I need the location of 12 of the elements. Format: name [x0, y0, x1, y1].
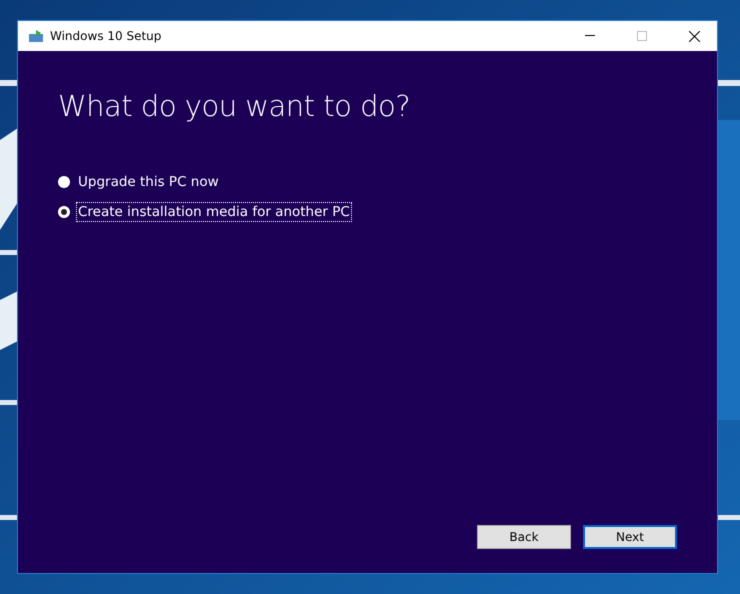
heading: What do you want to do?: [58, 89, 412, 123]
option-label[interactable]: Upgrade this PC now: [77, 173, 220, 191]
back-button[interactable]: Back: [477, 525, 571, 549]
next-button[interactable]: Next: [583, 525, 677, 549]
radio-button[interactable]: [58, 206, 70, 218]
window-title: Windows 10 Setup: [50, 29, 162, 43]
radio-button[interactable]: [58, 176, 70, 188]
minimize-icon: [585, 35, 595, 37]
option-label[interactable]: Create installation media for another PC: [77, 203, 351, 221]
maximize-icon: [637, 31, 647, 41]
close-icon: [688, 30, 700, 42]
setup-icon: [28, 29, 44, 43]
